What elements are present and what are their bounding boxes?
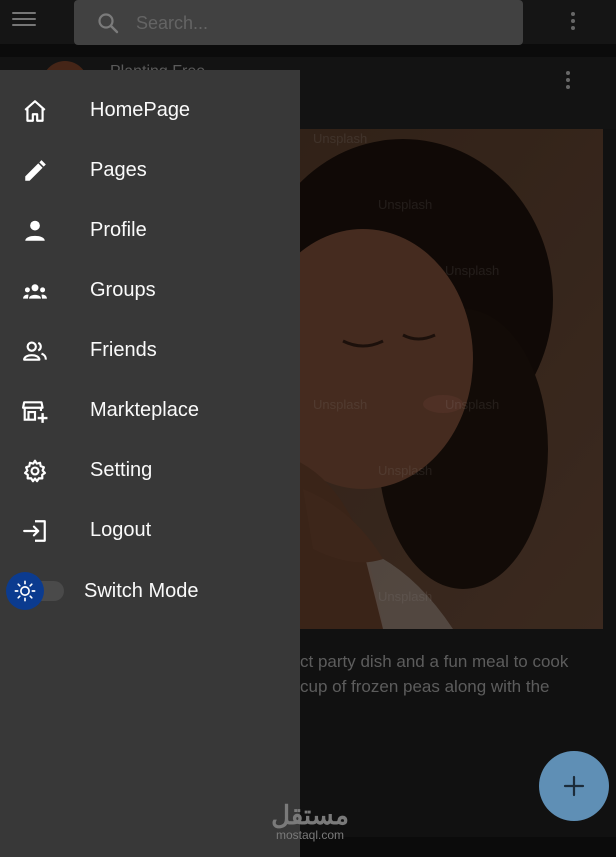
storefront-icon — [22, 401, 48, 423]
add-post-button[interactable] — [539, 751, 609, 821]
drawer-item-pages[interactable]: Pages — [0, 140, 300, 200]
plus-icon — [563, 775, 585, 797]
switch-thumb[interactable] — [6, 572, 44, 610]
switch-mode-toggle[interactable]: Switch Mode — [0, 571, 300, 611]
drawer-item-marketplace[interactable]: Markteplace — [0, 380, 300, 440]
drawer-item-label: HomePage — [90, 99, 191, 121]
drawer-item-setting[interactable]: Setting — [0, 440, 300, 500]
drawer-item-label: Logout — [90, 519, 152, 541]
pencil-icon — [25, 160, 46, 181]
drawer-item-label: Friends — [90, 339, 157, 361]
watermark-arabic: مستقل — [271, 800, 349, 830]
site-watermark: مستقل mostaql.com — [270, 802, 350, 842]
person-icon — [25, 220, 45, 241]
groups-icon — [23, 284, 47, 299]
drawer-item-groups[interactable]: Groups — [0, 260, 300, 320]
drawer-item-logout[interactable]: Logout — [0, 500, 300, 560]
drawer-item-profile[interactable]: Profile — [0, 200, 300, 260]
friends-icon — [23, 341, 47, 361]
sun-icon — [14, 580, 36, 602]
drawer-item-friends[interactable]: Friends — [0, 320, 300, 380]
logout-icon — [23, 520, 46, 542]
watermark-latin: mostaql.com — [275, 828, 345, 842]
drawer-item-label: Pages — [90, 159, 147, 181]
drawer-item-homepage[interactable]: HomePage — [0, 80, 300, 140]
drawer-item-label: Markteplace — [90, 399, 199, 421]
gear-icon — [23, 459, 47, 483]
drawer-item-label: Groups — [90, 279, 156, 301]
switch-mode-label: Switch Mode — [84, 580, 199, 602]
navigation-drawer: HomePage Pages Profile Groups Friends Ma… — [0, 70, 300, 857]
drawer-item-label: Setting — [90, 459, 153, 481]
home-icon — [24, 100, 46, 122]
drawer-item-label: Profile — [90, 219, 147, 241]
